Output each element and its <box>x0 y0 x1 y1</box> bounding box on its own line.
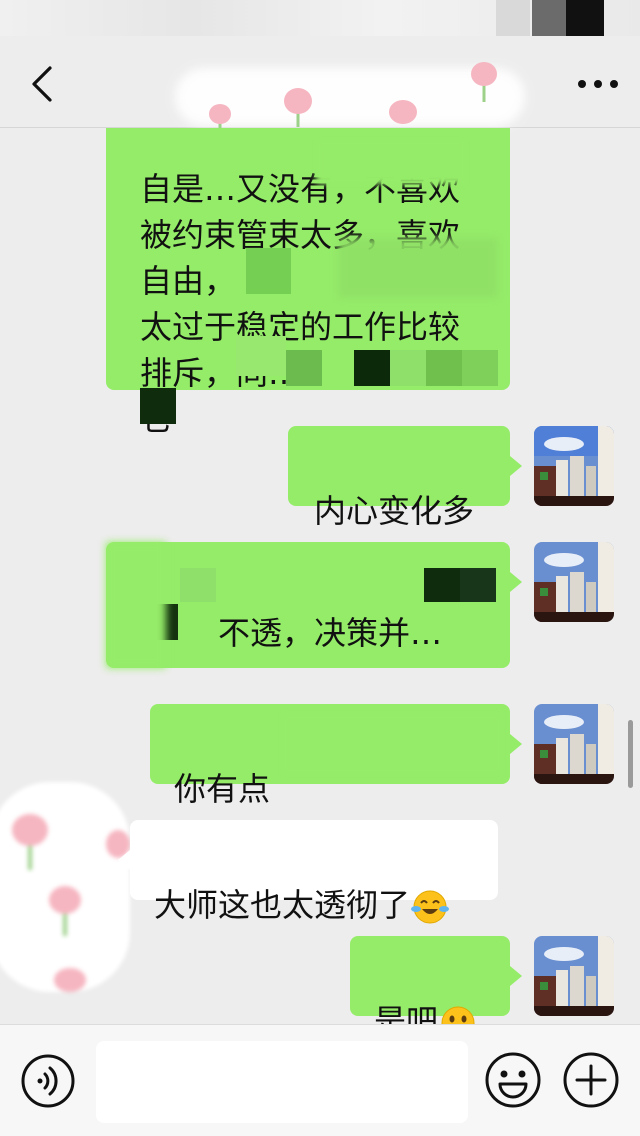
bubble-tail <box>510 456 522 476</box>
bubble-tail <box>510 734 522 754</box>
avatar[interactable] <box>0 782 130 992</box>
message-bubble-sent[interactable]: 不透，决策并… <box>106 542 510 668</box>
redaction-blur <box>338 238 498 298</box>
more-dots-icon <box>578 80 618 88</box>
bubble-tail <box>510 572 522 592</box>
redaction-mosaic <box>140 388 176 424</box>
message-bubble-sent[interactable]: 你有点 <box>150 704 510 808</box>
bubble-tail <box>510 966 522 986</box>
chevron-left-icon <box>32 66 52 102</box>
redaction-mosaic <box>426 350 462 386</box>
redaction-mosaic <box>460 568 496 602</box>
tears-of-joy-emoji <box>411 890 450 924</box>
message-bubble-received[interactable]: 大师这也太透彻了 <box>130 820 498 924</box>
message-text: 自是…又没有，不喜欢 被约束管束太多，喜欢 自由， 太过于稳定的工作比较 排斥，… <box>140 170 461 438</box>
avatar[interactable] <box>534 542 614 622</box>
status-bar-signal <box>496 0 530 36</box>
redaction-mosaic <box>180 568 216 602</box>
redaction-mosaic <box>246 248 291 294</box>
status-bar-battery <box>566 0 604 36</box>
message-list[interactable]: 自是…又没有，不喜欢 被约束管束太多，喜欢 自由， 太过于稳定的工作比较 排斥，… <box>0 128 640 1024</box>
voice-icon <box>21 1054 75 1108</box>
redaction-blur <box>106 542 166 668</box>
plus-button[interactable] <box>562 1051 620 1109</box>
bubble-tail <box>118 850 130 870</box>
message-text: 大师这也太透彻了 <box>154 886 411 924</box>
flower-sticker <box>284 88 312 127</box>
status-bar-wifi <box>532 0 566 36</box>
flower-avatar-image <box>12 814 130 992</box>
emoji-icon <box>485 1052 541 1108</box>
redaction-mosaic <box>390 350 426 386</box>
avatar-image <box>534 426 614 506</box>
flower-sticker <box>471 62 497 102</box>
message-input[interactable] <box>96 1041 468 1123</box>
redaction-mosaic <box>424 568 460 602</box>
message-text: 内心变化多 <box>314 492 475 530</box>
redaction-mosaic <box>354 350 390 386</box>
avatar[interactable] <box>534 936 614 1016</box>
redaction-blur <box>282 714 502 774</box>
avatar-image <box>534 704 614 784</box>
redaction-blur <box>316 140 466 184</box>
avatar-image <box>534 542 614 622</box>
input-bar <box>0 1024 640 1136</box>
status-bar <box>0 0 640 40</box>
message-text: 你有点 <box>174 770 271 808</box>
emoji-button[interactable] <box>484 1051 542 1109</box>
message-text: 不透，决策并… <box>218 614 443 652</box>
more-button[interactable] <box>574 64 622 104</box>
redaction-mosaic <box>236 336 286 376</box>
message-text: 是吧 <box>374 1002 439 1024</box>
message-bubble-sent[interactable]: 自是…又没有，不喜欢 被约束管束太多，喜欢 自由， 太过于稳定的工作比较 排斥，… <box>106 128 510 438</box>
redaction-mosaic <box>462 350 498 386</box>
avatar-image <box>534 936 614 1016</box>
back-button[interactable] <box>22 62 66 106</box>
voice-button[interactable] <box>20 1053 76 1109</box>
avatar[interactable] <box>534 704 614 784</box>
scrollbar[interactable] <box>628 720 633 788</box>
avatar[interactable] <box>534 426 614 506</box>
message-bubble-sent[interactable]: 是吧 <box>350 936 510 1024</box>
redaction-mosaic <box>286 350 322 386</box>
plus-icon <box>563 1052 619 1108</box>
message-bubble-sent[interactable]: 内心变化多 <box>288 426 510 530</box>
chat-header <box>0 40 640 136</box>
smiley-emoji <box>441 1006 475 1024</box>
